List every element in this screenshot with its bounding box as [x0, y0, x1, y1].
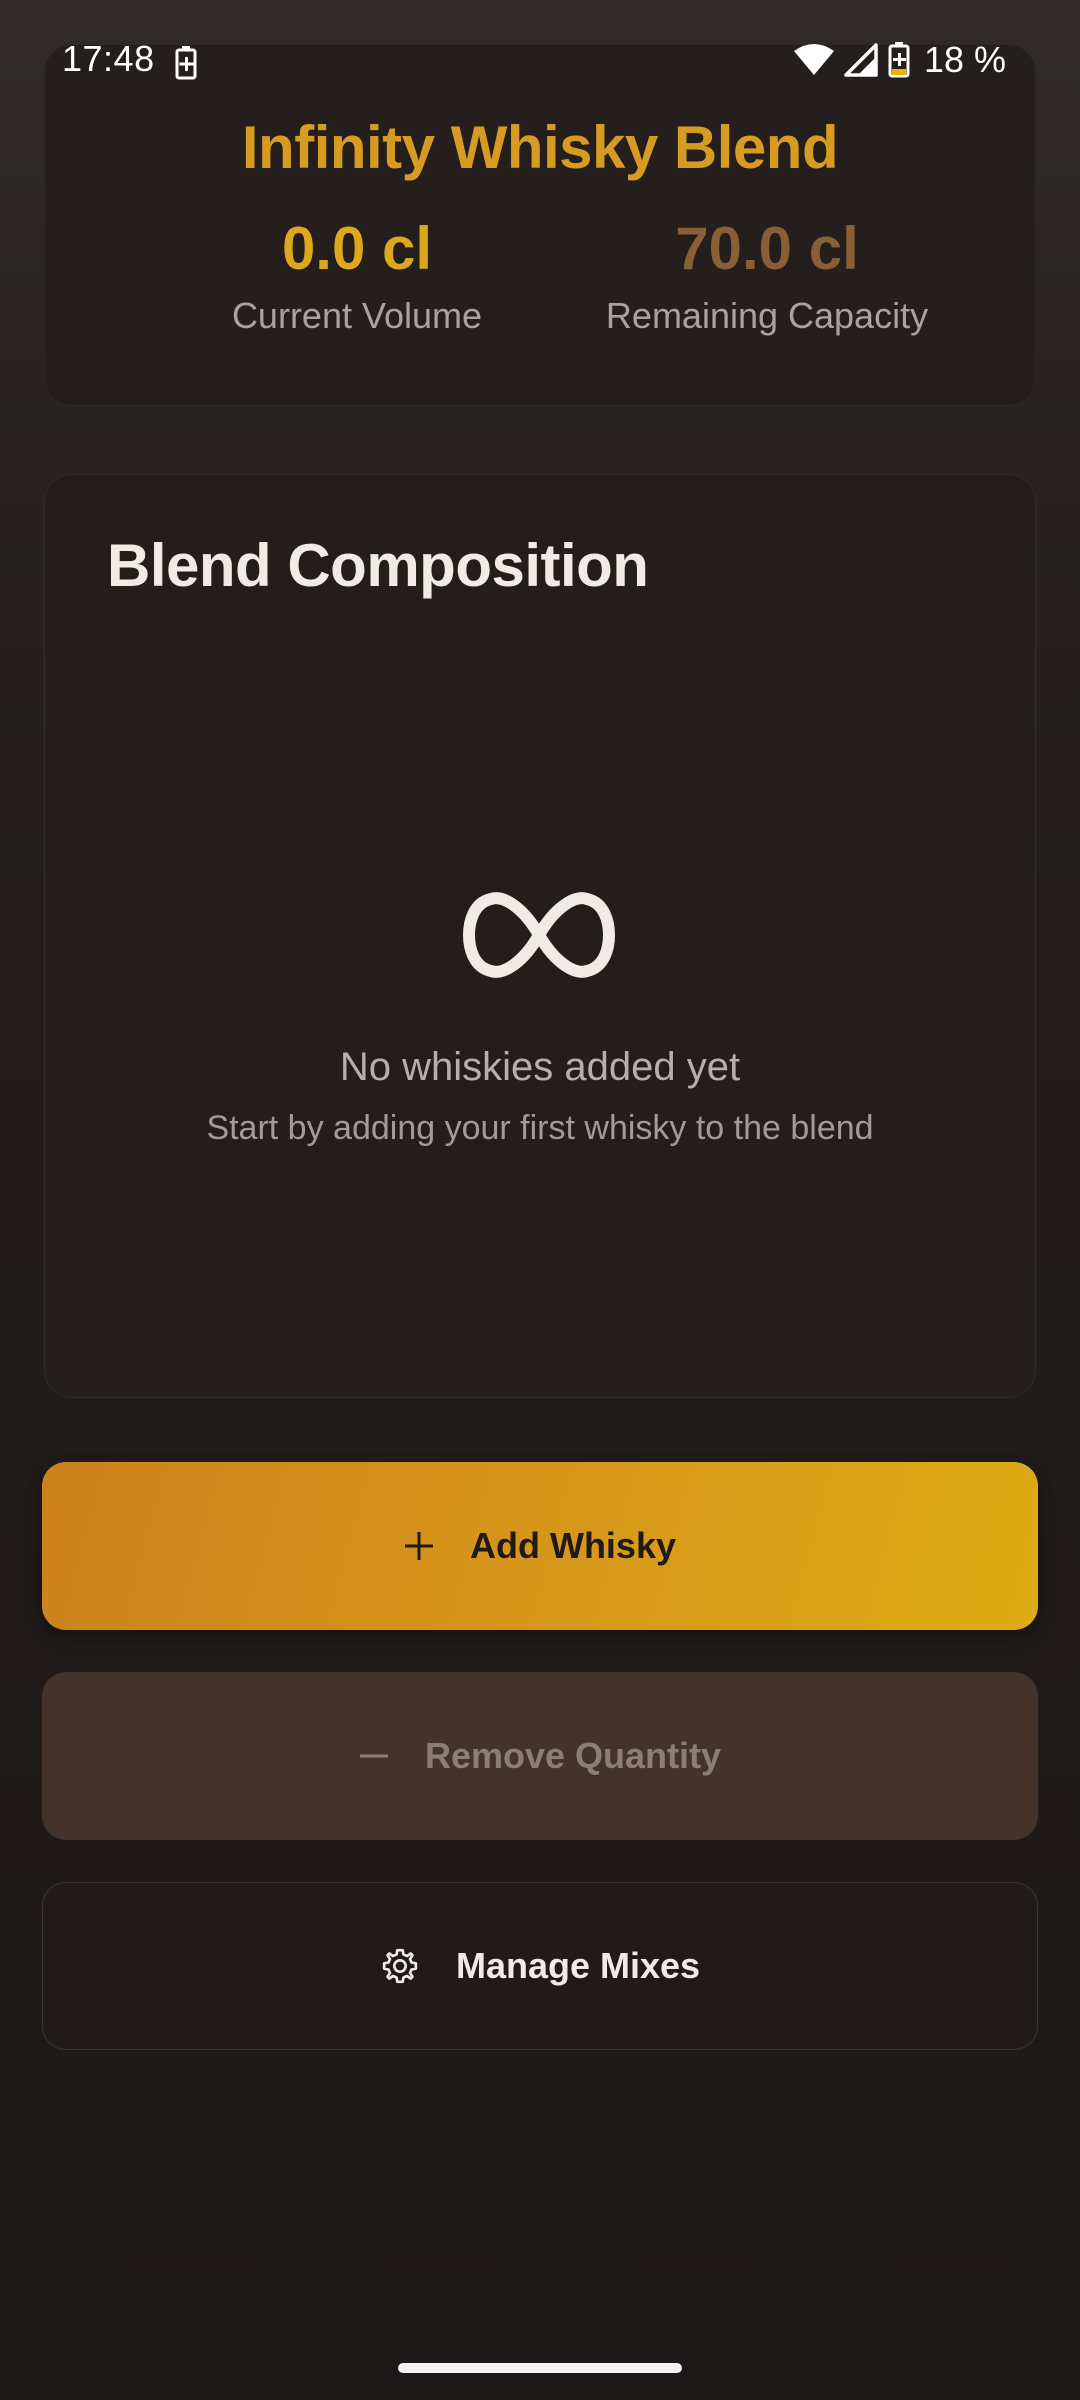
composition-title: Blend Composition: [107, 532, 649, 599]
infinity-icon: [463, 892, 615, 978]
add-whisky-label: Add Whisky: [469, 1525, 676, 1566]
status-time: 17:48: [62, 38, 155, 79]
battery-saver-icon: [175, 46, 197, 80]
minus-icon: [359, 1754, 388, 1758]
current-volume-stat: 0.0 cl Current Volume: [157, 213, 557, 337]
empty-state-title: No whiskies added yet: [339, 1045, 741, 1089]
current-volume-label: Current Volume: [231, 295, 483, 336]
status-bar: 17:48 18 %: [0, 0, 1080, 120]
battery-icon: [888, 42, 910, 78]
remaining-capacity-label: Remaining Capacity: [605, 295, 929, 336]
remove-quantity-button[interactable]: Remove Quantity: [42, 1672, 1038, 1840]
blend-title: Infinity Whisky Blend: [241, 114, 839, 181]
wifi-icon: [793, 44, 834, 75]
status-icons: 18 %: [793, 39, 1006, 80]
remove-quantity-label: Remove Quantity: [424, 1735, 722, 1776]
manage-mixes-label: Manage Mixes: [455, 1945, 701, 1986]
signal-icon: [844, 43, 878, 77]
remaining-capacity-stat: 70.0 cl Remaining Capacity: [567, 213, 967, 337]
gear-icon: [382, 1948, 418, 1984]
blend-composition-card: Blend Composition No whiskies added yet …: [44, 474, 1036, 1398]
home-indicator[interactable]: [398, 2363, 682, 2373]
battery-percent: 18 %: [923, 39, 1006, 80]
plus-icon: [404, 1532, 433, 1560]
remaining-capacity-value: 70.0 cl: [675, 215, 859, 282]
current-volume-value: 0.0 cl: [281, 215, 433, 282]
add-whisky-button[interactable]: Add Whisky: [42, 1462, 1038, 1630]
empty-state-subtitle: Start by adding your first whisky to the…: [206, 1109, 874, 1147]
manage-mixes-button[interactable]: Manage Mixes: [42, 1882, 1038, 2050]
